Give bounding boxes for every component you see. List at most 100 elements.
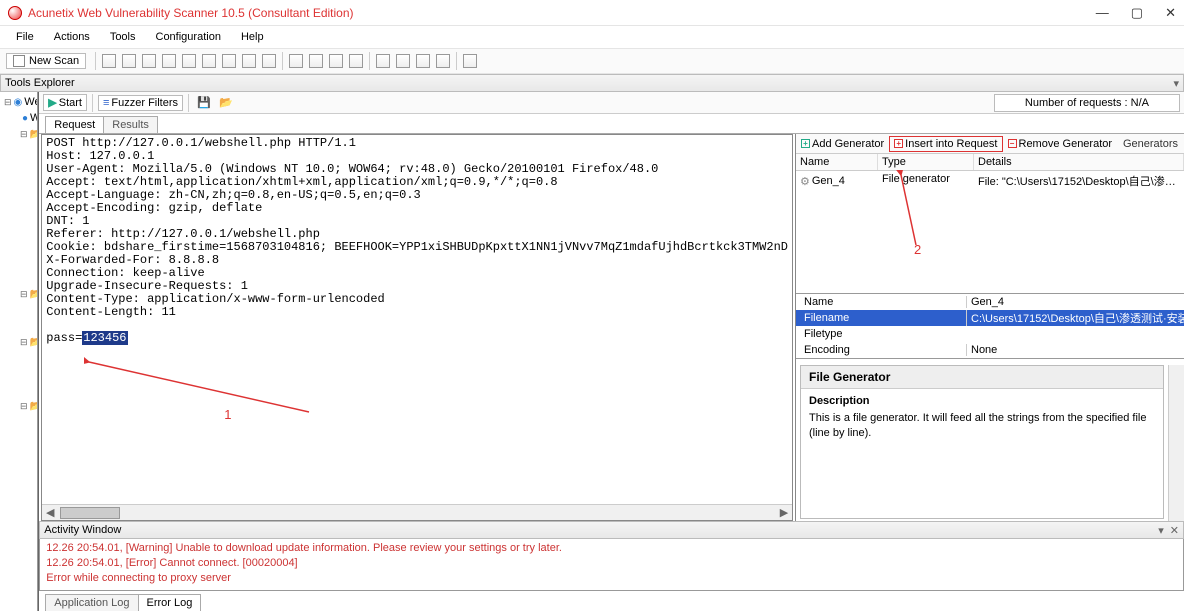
folder-icon: 📂 [30, 335, 39, 349]
menu-tools[interactable]: Tools [102, 29, 144, 45]
vertical-scrollbar[interactable] [1168, 365, 1184, 521]
menu-bar: File Actions Tools Configuration Help [0, 26, 1184, 48]
tree-item[interactable]: ●HTTP Fuzzer [0, 238, 37, 254]
tree-item[interactable]: ●User Manual [0, 494, 37, 510]
menu-file[interactable]: File [8, 29, 42, 45]
tree-item[interactable]: ⊟◉Web Vulnerability Scanner [0, 94, 37, 110]
expand-icon[interactable]: ⊟ [20, 401, 28, 412]
open-icon[interactable]: 📂 [218, 95, 234, 111]
expand-icon[interactable]: ⊟ [20, 129, 28, 140]
close-icon[interactable]: ✕ [1170, 524, 1179, 537]
tree-item[interactable]: ●Target Finder [0, 158, 37, 174]
toolbar-icon-6[interactable] [201, 53, 217, 69]
tree-item[interactable]: ●AcuSensor [0, 510, 37, 526]
request-text[interactable]: POST http://127.0.0.1/webshell.php HTTP/… [42, 135, 792, 504]
menu-configuration[interactable]: Configuration [148, 29, 229, 45]
start-button[interactable]: ▶ Start [43, 94, 87, 111]
collapse-icon[interactable]: ▾ [1158, 524, 1164, 537]
tree-item[interactable]: ●Web Services Editor [0, 318, 37, 334]
toolbar-icon-17[interactable] [435, 53, 451, 69]
tree-item[interactable]: ●HTTP Editor [0, 206, 37, 222]
generator-row[interactable]: ⚙Gen_4 File generator File: "C:\Users\17… [796, 171, 1184, 191]
tree-item[interactable]: ●Program Updates [0, 414, 37, 430]
tree-item[interactable]: ●Support Center [0, 462, 37, 478]
remove-generator-button[interactable]: − Remove Generator [1003, 136, 1118, 152]
expand-icon[interactable]: ⊟ [20, 289, 28, 300]
toolbar-icon-5[interactable] [181, 53, 197, 69]
tools-explorer-title: Tools Explorer [5, 77, 75, 89]
tree-item[interactable]: ⊟📂Tools [0, 126, 37, 142]
tree-item[interactable]: ⊟📂Configuration [0, 334, 37, 350]
folder-icon: 📂 [30, 287, 39, 301]
expand-icon[interactable]: ⊟ [4, 97, 12, 108]
tree-item[interactable]: ●Version Information [0, 430, 37, 446]
request-editor[interactable]: POST http://127.0.0.1/webshell.php HTTP/… [41, 134, 793, 521]
tree-item[interactable]: ●Authentication Tester [0, 254, 37, 270]
toolbar-icon-1[interactable] [101, 53, 117, 69]
blue-icon: ● [22, 111, 28, 125]
fuzzer-filters-button[interactable]: ≡ Fuzzer Filters [98, 95, 183, 111]
menu-help[interactable]: Help [233, 29, 272, 45]
tree-item[interactable]: ●Web Services Scanner [0, 302, 37, 318]
toolbar-icon-13[interactable] [348, 53, 364, 69]
main-toolbar: New Scan [0, 48, 1184, 74]
tree-item-label: Web Scanner [30, 112, 38, 124]
maximize-button[interactable]: ▢ [1131, 5, 1143, 21]
prop-encoding-val[interactable]: None [966, 344, 1184, 356]
tab-application-log[interactable]: Application Log [45, 594, 138, 611]
save-icon[interactable]: 💾 [196, 95, 212, 111]
horizontal-scrollbar[interactable]: ◀▶ [42, 504, 792, 520]
generators-list[interactable]: Name Type Details ⚙Gen_4 File generator … [796, 154, 1184, 294]
tree-item[interactable]: ●Site Crawler [0, 142, 37, 158]
toolbar-icon-12[interactable] [328, 53, 344, 69]
toolbar-icon-4[interactable] [161, 53, 177, 69]
tree-item[interactable]: ●Scan Settings [0, 366, 37, 382]
add-generator-label: Add Generator [812, 138, 884, 150]
minimize-button[interactable]: — [1096, 5, 1109, 21]
close-button[interactable]: ✕ [1165, 5, 1176, 21]
prop-name-val[interactable]: Gen_4 [966, 296, 1184, 308]
menu-actions[interactable]: Actions [46, 29, 98, 45]
toolbar-icon-9[interactable] [261, 53, 277, 69]
prop-filename-val[interactable]: C:\Users\17152\Desktop\自己\渗透测试·安装... [966, 310, 1184, 326]
add-generator-button[interactable]: + Add Generator [796, 136, 889, 152]
tab-error-log[interactable]: Error Log [138, 594, 202, 611]
tree-item[interactable]: ⊟📂Web Services [0, 286, 37, 302]
tree-item[interactable]: ●Subdomain Scanner [0, 174, 37, 190]
expand-icon[interactable]: ⊟ [20, 337, 28, 348]
filter-icon: ≡ [103, 97, 109, 109]
toolbar-icon-2[interactable] [121, 53, 137, 69]
collapse-icon[interactable]: ▾ [1173, 77, 1179, 90]
tools-explorer-header: Tools Explorer ▾ [0, 74, 1184, 92]
toolbar-icon-15[interactable] [395, 53, 411, 69]
toolbar-icon-3[interactable] [141, 53, 157, 69]
toolbar-icon-11[interactable] [308, 53, 324, 69]
insert-into-request-button[interactable]: + Insert into Request [889, 136, 1002, 152]
toolbar-icon-10[interactable] [288, 53, 304, 69]
tree-item[interactable]: ●Blind SQL Injector [0, 190, 37, 206]
new-scan-button[interactable]: New Scan [6, 53, 86, 69]
col-name[interactable]: Name [796, 154, 878, 170]
tree-item[interactable]: ●Scanning Profiles [0, 382, 37, 398]
tree-item[interactable]: ●Compare Results [0, 270, 37, 286]
activity-line: 12.26 20:54.01, [Warning] Unable to down… [46, 541, 1177, 556]
toolbar-icon-18[interactable] [462, 53, 478, 69]
tree-item[interactable]: ●Licensing [0, 446, 37, 462]
app-title: Acunetix Web Vulnerability Scanner 10.5 … [28, 6, 354, 20]
tree-item[interactable]: ●HTTP Sniffer [0, 222, 37, 238]
generator-properties[interactable]: NameGen_4 FilenameC:\Users\17152\Desktop… [796, 294, 1184, 359]
tree-item[interactable]: ⊟📂General [0, 398, 37, 414]
toolbar-icon-7[interactable] [221, 53, 237, 69]
col-type[interactable]: Type [878, 154, 974, 170]
toolbar-icon-8[interactable] [241, 53, 257, 69]
toolbar-icon-14[interactable] [375, 53, 391, 69]
tab-results[interactable]: Results [103, 116, 158, 133]
tools-explorer-tree[interactable]: ⊟◉Web Vulnerability Scanner●Web Scanner⊟… [0, 92, 38, 611]
tree-item[interactable]: ●Application Settings [0, 350, 37, 366]
tree-item[interactable]: ●Purchase [0, 478, 37, 494]
col-details[interactable]: Details [974, 154, 1184, 170]
title-bar: Acunetix Web Vulnerability Scanner 10.5 … [0, 0, 1184, 26]
toolbar-icon-16[interactable] [415, 53, 431, 69]
tab-request[interactable]: Request [45, 116, 104, 133]
tree-item[interactable]: ●Web Scanner [0, 110, 37, 126]
